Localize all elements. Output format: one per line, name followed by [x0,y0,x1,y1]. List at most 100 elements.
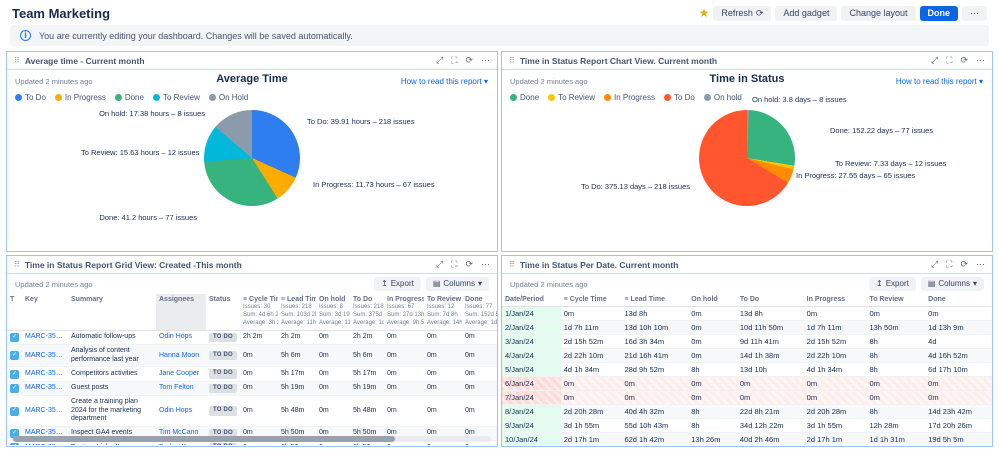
export-button[interactable]: ↥ Export [374,277,421,291]
gadget-menu-icon[interactable]: ⋯ [976,260,985,269]
legend-item[interactable]: In Progress [55,93,106,102]
issue-open-icon[interactable]: ↗ [66,353,68,359]
column-header[interactable]: Summary [68,294,156,330]
column-header[interactable]: To Review [866,294,925,307]
issue-key-link[interactable]: MARC-3538 [25,333,64,340]
column-header[interactable]: ≡ Lead TimeIssues: 218Sum: 103d 2h 4mAve… [278,294,316,330]
column-header[interactable]: Done [925,294,992,307]
issue-open-icon[interactable]: ↗ [66,371,68,377]
column-header[interactable]: ≡ Cycle TimeIssues: 30Sum: 4d 6h 20mAver… [240,294,278,330]
column-header[interactable]: On hold [688,294,737,307]
refresh-button[interactable]: Refresh ⟳ [713,6,771,21]
issue-open-icon[interactable]: ↗ [66,408,68,414]
assignee-link[interactable]: Jane Cooper [159,370,199,377]
column-header[interactable]: Assignees [156,294,206,330]
issue-key-link[interactable]: MARC-3535 [25,384,64,391]
column-header[interactable]: ≡ Cycle Time [561,294,622,307]
fullscreen-icon[interactable]: ⛶ [946,260,952,269]
average-time-pie-chart[interactable] [204,110,300,206]
column-header[interactable]: DoneIssues: 77Sum: 152d 5hAverage: 1d 23… [462,294,497,330]
summary-cell[interactable]: Analysis of content performance last yea… [68,344,156,367]
help-link[interactable]: How to read this report ▾ [896,77,983,86]
column-header[interactable]: Date/Period [502,294,561,307]
drag-handle-icon[interactable]: ⠿ [509,260,515,269]
gadget-menu-icon[interactable]: ⋯ [481,56,490,65]
table-row[interactable]: 10/Jan/242d 17h 1m62d 1h 42m13h 26m40d 2… [502,433,992,445]
change-layout-button[interactable]: Change layout [841,6,915,21]
table-row[interactable]: 3/Jan/242d 15h 52m16d 3h 34m0m9d 11h 41m… [502,335,992,349]
table-row[interactable]: ✓MARC-3536↗Competitors activitiesJane Co… [7,367,497,381]
column-header[interactable]: Key [22,294,68,330]
legend-item[interactable]: To Review [548,93,595,102]
gadget-menu-icon[interactable]: ⋯ [481,260,490,269]
table-row[interactable]: 5/Jan/244d 1h 34m28d 9h 52m8h13d 10h4d 1… [502,363,992,377]
gadget-refresh-icon[interactable]: ⟳ [960,56,968,65]
help-link[interactable]: How to read this report ▾ [401,77,488,86]
legend-item[interactable]: To Do [664,93,695,102]
drag-handle-icon[interactable]: ⠿ [509,56,515,65]
issue-key-link[interactable]: MARC-3536 [25,370,64,377]
column-header[interactable]: To ReviewIssues: 12Sum: 7d 8hAverage: 14… [424,294,462,330]
expand-icon[interactable]: ⤢ [436,56,443,65]
summary-cell[interactable]: Guest posts [68,381,156,395]
fullscreen-icon[interactable]: ⛶ [451,260,457,269]
assignee-link[interactable]: Tom Felton [159,384,194,391]
assignee-link[interactable]: Odin Hops [159,407,192,414]
assignee-link[interactable]: Odin Hops [159,333,192,340]
issue-open-icon[interactable]: ↗ [66,385,68,391]
time-in-status-pie-chart[interactable] [699,110,795,206]
fullscreen-icon[interactable]: ⛶ [451,56,457,65]
gadget-refresh-icon[interactable]: ⟳ [465,260,473,269]
issue-key-link[interactable]: MARC-3534 [25,407,64,414]
drag-handle-icon[interactable]: ⠿ [14,56,20,65]
table-row[interactable]: 9/Jan/243d 1h 55m55d 10h 43m8h34d 12h 22… [502,419,992,433]
assignee-link[interactable]: Parker Kamp [159,444,200,445]
export-button[interactable]: ↥ Export [869,277,916,291]
gadget-refresh-icon[interactable]: ⟳ [465,56,473,65]
expand-icon[interactable]: ⤢ [931,56,938,65]
legend-item[interactable]: On hold [704,93,742,102]
done-button[interactable]: Done [920,6,959,21]
add-gadget-button[interactable]: Add gadget [775,6,837,21]
column-header[interactable]: Status [206,294,240,330]
expand-icon[interactable]: ⤢ [931,260,938,269]
issue-open-icon[interactable]: ↗ [66,334,68,340]
drag-handle-icon[interactable]: ⠿ [14,260,20,269]
column-header[interactable]: T [7,294,22,330]
favorite-star-icon[interactable]: ★ [699,7,710,19]
table-row[interactable]: 7/Jan/240m0m0m0m0m0m0m [502,391,992,405]
column-header[interactable]: On holdIssues: 8Sum: 3d 19hAverage: 11h … [316,294,350,330]
column-header[interactable]: In Progress [804,294,867,307]
table-row[interactable]: 8/Jan/242d 20h 28m40d 4h 32m8h22d 8h 21m… [502,405,992,419]
legend-item[interactable]: On Hold [209,93,248,102]
table-row[interactable]: ✓MARC-3538↗Automatic follow-upsOdin Hops… [7,330,497,344]
fullscreen-icon[interactable]: ⛶ [946,56,952,65]
column-header[interactable]: ≡ Lead Time [621,294,688,307]
legend-item[interactable]: To Review [153,93,200,102]
horizontal-scrollbar-track[interactable] [13,436,491,442]
horizontal-scrollbar-thumb[interactable] [13,436,395,442]
gadget-menu-icon[interactable]: ⋯ [976,56,985,65]
legend-item[interactable]: Done [115,93,144,102]
table-row[interactable]: 1/Jan/240m13d 8h0m13d 8h0m0m0m [502,307,992,321]
gadget-refresh-icon[interactable]: ⟳ [960,260,968,269]
issue-key-link[interactable]: MARC-3531 [25,444,64,445]
column-header[interactable]: In ProgressIssues: 67Sum: 27d 13hAverage… [384,294,424,330]
columns-button[interactable]: ▤ Columns ▾ [426,277,489,291]
summary-cell[interactable]: Create a training plan 2024 for the mark… [68,395,156,426]
table-row[interactable]: ✓MARC-3535↗Guest postsTom FeltonTO DO0m5… [7,381,497,395]
assignee-link[interactable]: Hanna Moon [159,352,199,359]
more-menu-button[interactable]: ⋯ [962,6,987,21]
table-row[interactable]: 2/Jan/241d 7h 11m13d 10h 10m0m10d 11h 50… [502,321,992,335]
table-row[interactable]: ✓MARC-3534↗Create a training plan 2024 f… [7,395,497,426]
columns-button[interactable]: ▤ Columns ▾ [921,277,984,291]
column-header[interactable]: To DoIssues: 218Sum: 375d 3hAverage: 1d … [350,294,384,330]
legend-item[interactable]: In Progress [604,93,655,102]
legend-item[interactable]: To Do [15,93,46,102]
table-row[interactable]: 6/Jan/240m0m0m0m0m0m0m [502,377,992,391]
summary-cell[interactable]: Automatic follow-ups [68,330,156,344]
expand-icon[interactable]: ⤢ [436,260,443,269]
legend-item[interactable]: Done [510,93,539,102]
issue-key-link[interactable]: MARC-3537 [25,352,64,359]
column-header[interactable]: To Do [737,294,804,307]
